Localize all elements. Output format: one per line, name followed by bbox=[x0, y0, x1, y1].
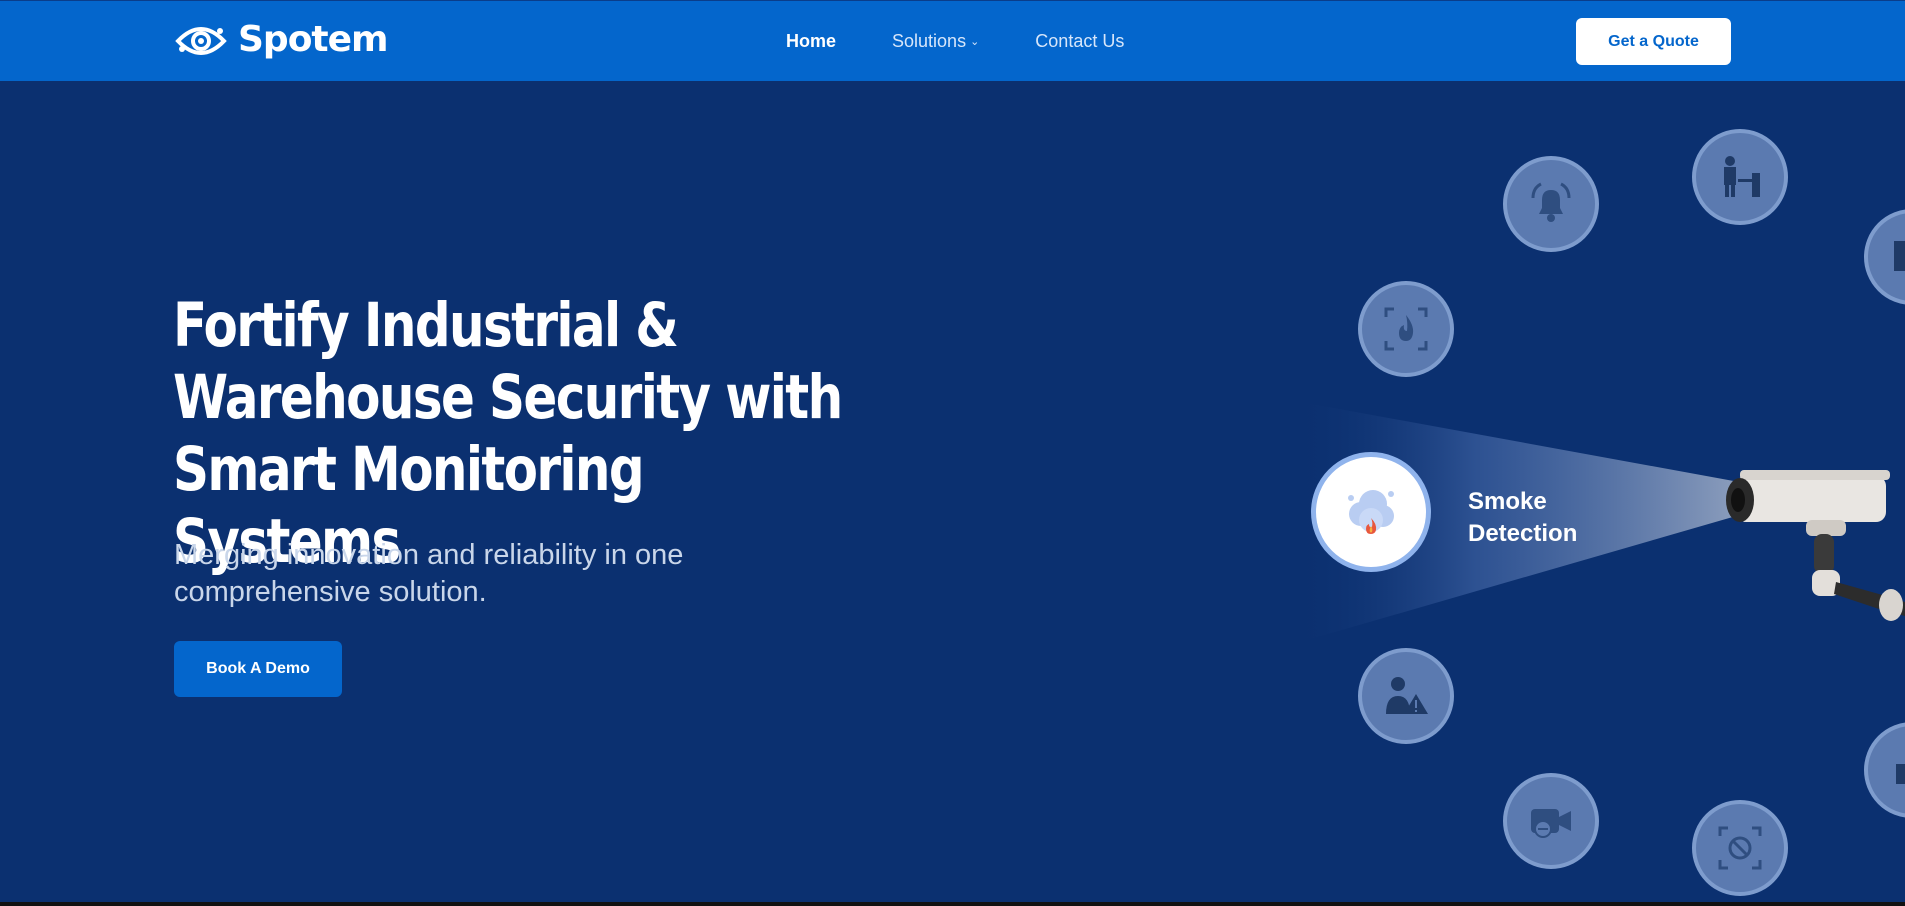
security-guard-gate-icon bbox=[1724, 156, 1760, 197]
person-warning-icon bbox=[1386, 677, 1428, 714]
active-feature-circle bbox=[1311, 452, 1431, 572]
feature-circle-fire bbox=[1358, 281, 1454, 377]
navbar: Spotem Home Solutions ⌄ Contact Us Get a… bbox=[0, 0, 1905, 81]
alarm-bell-icon bbox=[1531, 182, 1571, 222]
brand-logo[interactable]: Spotem bbox=[174, 19, 389, 61]
nav-item-label: Contact Us bbox=[1035, 31, 1125, 51]
feature-circle-blocked bbox=[1692, 800, 1788, 896]
feature-circle-camera-off bbox=[1503, 773, 1599, 869]
hero-subtitle: Merging innovation and reliability in on… bbox=[174, 539, 684, 608]
feature-circle-partial-bottom bbox=[1864, 722, 1905, 818]
nav-item-solutions[interactable]: Solutions ⌄ bbox=[892, 31, 979, 52]
camera-offline-icon bbox=[1531, 809, 1571, 838]
security-camera-image bbox=[1726, 470, 1905, 621]
brand-name: Spotem bbox=[238, 19, 389, 60]
eye-logo-icon bbox=[175, 27, 227, 55]
active-feature-label-line: Detection bbox=[1468, 520, 1578, 547]
feature-icon-partial bbox=[1896, 764, 1905, 784]
chevron-down-icon: ⌄ bbox=[970, 36, 980, 48]
smoke-fire-icon bbox=[1348, 490, 1394, 534]
page-bottom-divider bbox=[0, 902, 1905, 906]
book-demo-button[interactable]: Book A Demo bbox=[174, 641, 342, 697]
nav-item-label: Solutions bbox=[892, 31, 967, 51]
nav-item-home[interactable]: Home bbox=[786, 31, 836, 52]
feature-circle-alarm bbox=[1503, 156, 1599, 252]
nav-item-label: Home bbox=[786, 31, 837, 51]
feature-circle-guard bbox=[1692, 129, 1788, 225]
active-feature-label: Smoke Detection bbox=[1468, 486, 1577, 550]
get-quote-button[interactable]: Get a Quote bbox=[1576, 18, 1731, 65]
feature-circle-partial bbox=[1864, 209, 1905, 305]
feature-circle-person-warning bbox=[1358, 648, 1454, 744]
hero-title-line: Fortify Industrial & bbox=[173, 290, 679, 361]
feature-icon-partial bbox=[1894, 241, 1905, 271]
fire-detection-icon bbox=[1384, 307, 1428, 351]
active-feature-label-line: Smoke bbox=[1468, 488, 1547, 515]
hero-title: Fortify Industrial & Warehouse Security … bbox=[173, 290, 870, 578]
nav-links: Home Solutions ⌄ Contact Us bbox=[786, 31, 1180, 52]
nav-item-contact[interactable]: Contact Us bbox=[1035, 31, 1124, 52]
blocked-view-icon bbox=[1718, 826, 1762, 870]
hero-title-line: Warehouse Security with bbox=[173, 362, 843, 433]
